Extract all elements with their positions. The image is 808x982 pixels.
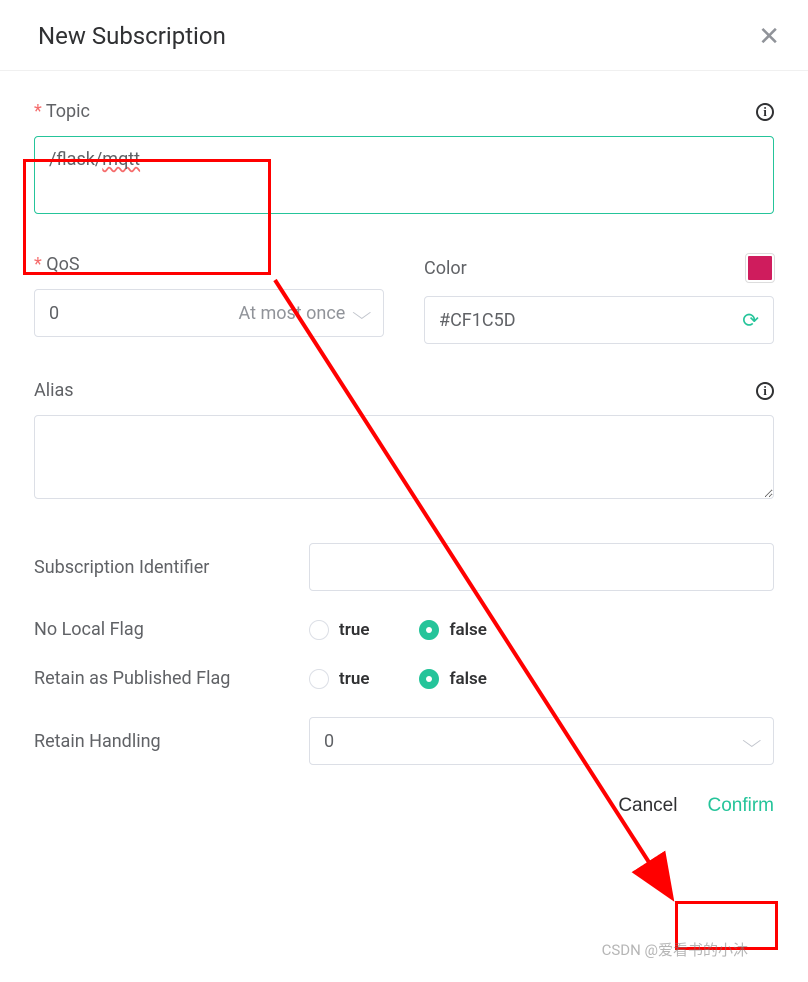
retain-as-published-label: Retain as Published Flag — [34, 668, 309, 689]
radio-icon — [309, 669, 329, 689]
qos-col: QoS 0 At most once ⌵ — [34, 254, 384, 344]
no-local-flag-label: No Local Flag — [34, 619, 309, 640]
retain-as-published-row: Retain as Published Flag true false — [34, 668, 774, 689]
subscription-identifier-row: Subscription Identifier — [34, 543, 774, 591]
topic-row: Topic i /flask/mqtt — [34, 101, 774, 214]
chevron-down-icon: ⌵ — [353, 303, 372, 324]
qos-description: At most once — [59, 303, 355, 324]
no-local-flag-row: No Local Flag true false — [34, 619, 774, 640]
color-value: #CF1C5D — [439, 310, 516, 331]
radio-icon — [419, 620, 439, 640]
color-label: Color — [424, 258, 467, 279]
subscription-identifier-label: Subscription Identifier — [34, 557, 309, 578]
qos-label: QoS — [34, 254, 80, 275]
retain-handling-value: 0 — [324, 731, 334, 752]
alias-input[interactable] — [34, 415, 774, 499]
info-icon[interactable]: i — [756, 103, 774, 121]
info-icon[interactable]: i — [756, 382, 774, 400]
color-input[interactable]: #CF1C5D ⟳ — [424, 296, 774, 344]
retain-handling-select[interactable]: 0 ⌵ — [309, 717, 774, 765]
qos-value: 0 — [49, 303, 59, 324]
radio-icon — [419, 669, 439, 689]
dialog-body: Topic i /flask/mqtt QoS 0 At most once ⌵… — [0, 71, 808, 785]
close-icon: ✕ — [758, 21, 780, 51]
retain-as-published-true[interactable]: true — [309, 669, 369, 689]
color-col: Color #CF1C5D ⟳ — [424, 254, 774, 344]
retain-as-published-false[interactable]: false — [419, 669, 486, 689]
topic-input[interactable]: /flask/mqtt — [34, 136, 774, 214]
radio-icon — [309, 620, 329, 640]
no-local-flag-radio-group: true false — [309, 620, 774, 640]
no-local-flag-true[interactable]: true — [309, 620, 369, 640]
cancel-button[interactable]: Cancel — [618, 795, 677, 817]
refresh-icon[interactable]: ⟳ — [742, 308, 759, 332]
new-subscription-dialog: New Subscription ✕ Topic i /flask/mqtt Q… — [0, 0, 808, 982]
qos-color-row: QoS 0 At most once ⌵ Color #CF1C5D ⟳ — [34, 254, 774, 344]
alias-row: Alias i — [34, 380, 774, 503]
topic-label: Topic — [34, 101, 90, 122]
dialog-header: New Subscription ✕ — [0, 0, 808, 71]
qos-select[interactable]: 0 At most once ⌵ — [34, 289, 384, 337]
retain-as-published-radio-group: true false — [309, 669, 774, 689]
subscription-identifier-input[interactable] — [309, 543, 774, 591]
close-button[interactable]: ✕ — [758, 23, 780, 49]
confirm-button[interactable]: Confirm — [707, 795, 774, 817]
dialog-footer: Cancel Confirm — [0, 785, 808, 837]
retain-handling-label: Retain Handling — [34, 731, 309, 752]
retain-handling-row: Retain Handling 0 ⌵ — [34, 717, 774, 765]
no-local-flag-false[interactable]: false — [419, 620, 486, 640]
color-swatch[interactable] — [746, 254, 774, 282]
alias-label: Alias — [34, 380, 74, 401]
chevron-down-icon: ⌵ — [743, 731, 762, 752]
dialog-title: New Subscription — [38, 22, 226, 50]
